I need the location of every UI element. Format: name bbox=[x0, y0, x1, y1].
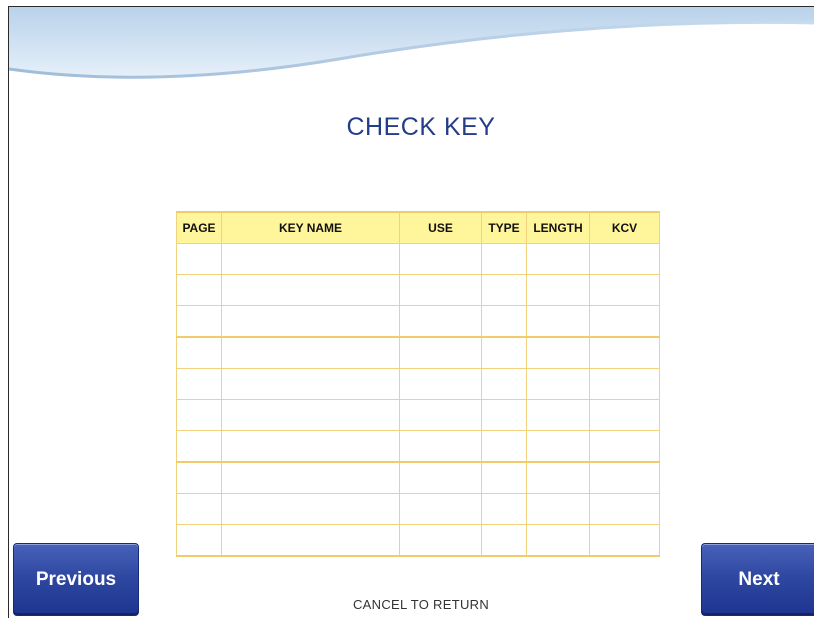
table-cell-page bbox=[176, 305, 222, 338]
table-row bbox=[176, 524, 660, 557]
table-row bbox=[176, 274, 660, 306]
atm-screen: CHECK KEY PAGE KEY NAME USE TYPE LENGTH … bbox=[8, 6, 814, 618]
table-cell-length bbox=[526, 461, 590, 494]
table-cell-key-name bbox=[221, 493, 400, 525]
table-cell-key-name bbox=[221, 305, 400, 338]
table-cell-length bbox=[526, 493, 590, 525]
table-cell-key-name bbox=[221, 430, 400, 463]
table-row bbox=[176, 399, 660, 431]
header-wave-graphic bbox=[9, 7, 814, 79]
table-cell-use bbox=[399, 368, 482, 400]
table-cell-use bbox=[399, 399, 482, 431]
column-header-use: USE bbox=[399, 211, 482, 244]
table-cell-length bbox=[526, 336, 590, 369]
table-cell-type bbox=[481, 461, 527, 494]
table-cell-use bbox=[399, 524, 482, 557]
table-cell-key-name bbox=[221, 368, 400, 400]
key-table: PAGE KEY NAME USE TYPE LENGTH KCV bbox=[176, 211, 660, 557]
column-header-kcv: KCV bbox=[589, 211, 660, 244]
table-cell-page bbox=[176, 430, 222, 463]
table-cell-kcv bbox=[589, 243, 660, 275]
table-cell-length bbox=[526, 243, 590, 275]
table-cell-type bbox=[481, 399, 527, 431]
table-header-row: PAGE KEY NAME USE TYPE LENGTH KCV bbox=[176, 211, 660, 244]
table-cell-kcv bbox=[589, 430, 660, 463]
table-row bbox=[176, 243, 660, 275]
column-header-length: LENGTH bbox=[526, 211, 590, 244]
table-cell-page bbox=[176, 461, 222, 494]
table-cell-type bbox=[481, 493, 527, 525]
table-cell-type bbox=[481, 305, 527, 338]
table-cell-page bbox=[176, 368, 222, 400]
key-table-container: PAGE KEY NAME USE TYPE LENGTH KCV bbox=[176, 211, 660, 557]
table-cell-use bbox=[399, 461, 482, 494]
table-cell-kcv bbox=[589, 399, 660, 431]
table-cell-key-name bbox=[221, 524, 400, 557]
table-cell-use bbox=[399, 336, 482, 369]
cancel-hint: CANCEL TO RETURN bbox=[352, 597, 490, 612]
table-cell-length bbox=[526, 274, 590, 306]
table-cell-length bbox=[526, 399, 590, 431]
table-cell-length bbox=[526, 368, 590, 400]
table-cell-key-name bbox=[221, 399, 400, 431]
table-row bbox=[176, 461, 660, 494]
table-cell-type bbox=[481, 524, 527, 557]
table-row bbox=[176, 430, 660, 463]
table-cell-key-name bbox=[221, 336, 400, 369]
table-cell-key-name bbox=[221, 461, 400, 494]
table-cell-kcv bbox=[589, 368, 660, 400]
table-row bbox=[176, 368, 660, 400]
table-cell-kcv bbox=[589, 493, 660, 525]
table-cell-page bbox=[176, 399, 222, 431]
table-cell-page bbox=[176, 524, 222, 557]
column-header-type: TYPE bbox=[481, 211, 527, 244]
table-cell-page bbox=[176, 243, 222, 275]
table-cell-type bbox=[481, 336, 527, 369]
table-cell-key-name bbox=[221, 243, 400, 275]
table-cell-use bbox=[399, 430, 482, 463]
table-cell-kcv bbox=[589, 274, 660, 306]
table-cell-type bbox=[481, 368, 527, 400]
table-cell-length bbox=[526, 430, 590, 463]
table-cell-kcv bbox=[589, 336, 660, 369]
table-cell-use bbox=[399, 493, 482, 525]
table-cell-kcv bbox=[589, 524, 660, 557]
table-cell-type bbox=[481, 430, 527, 463]
table-cell-kcv bbox=[589, 305, 660, 338]
table-cell-page bbox=[176, 493, 222, 525]
table-cell-key-name bbox=[221, 274, 400, 306]
table-cell-length bbox=[526, 305, 590, 338]
table-cell-length bbox=[526, 524, 590, 557]
table-cell-type bbox=[481, 243, 527, 275]
table-cell-page bbox=[176, 336, 222, 369]
column-header-page: PAGE bbox=[176, 211, 222, 244]
table-cell-kcv bbox=[589, 461, 660, 494]
table-row bbox=[176, 336, 660, 369]
table-cell-type bbox=[481, 274, 527, 306]
table-cell-use bbox=[399, 243, 482, 275]
table-cell-page bbox=[176, 274, 222, 306]
table-row bbox=[176, 305, 660, 338]
table-cell-use bbox=[399, 274, 482, 306]
column-header-key-name: KEY NAME bbox=[221, 211, 400, 244]
table-row bbox=[176, 493, 660, 525]
table-cell-use bbox=[399, 305, 482, 338]
page-title: CHECK KEY bbox=[346, 113, 496, 141]
